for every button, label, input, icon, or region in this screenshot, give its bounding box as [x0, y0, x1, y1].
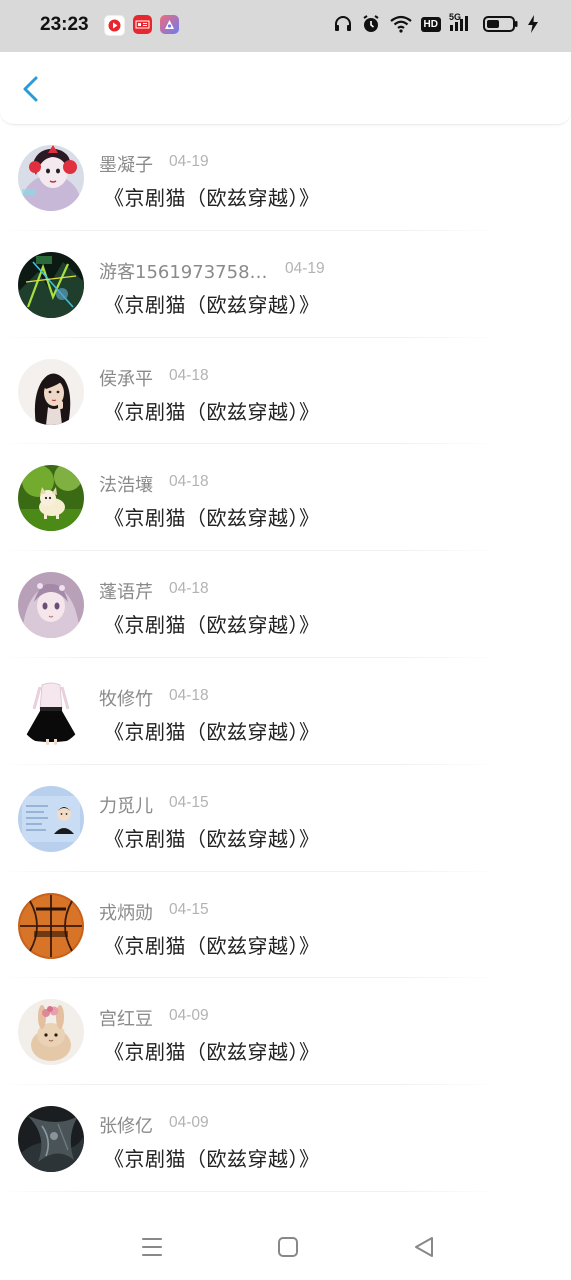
avatar[interactable]	[18, 1106, 84, 1173]
item-date: 04-18	[169, 686, 209, 704]
user-name: 游客15619737583...	[99, 261, 269, 283]
avatar-image	[18, 1106, 84, 1173]
avatar-image	[18, 145, 84, 211]
item-title: 《京剧猫（欧兹穿越）》	[104, 399, 320, 424]
avatar-image	[18, 251, 84, 318]
chevron-left-icon	[23, 76, 38, 102]
battery-icon	[483, 16, 518, 32]
menu-button[interactable]	[138, 1233, 166, 1261]
item-date: 04-15	[169, 900, 209, 918]
system-back-button[interactable]	[410, 1233, 438, 1261]
avatar[interactable]	[18, 999, 84, 1066]
home-button[interactable]	[274, 1233, 302, 1261]
item-title: 《京剧猫（欧兹穿越）》	[104, 506, 320, 531]
list-item[interactable]: 戎炳勋 04-15 《京剧猫（欧兹穿越）》	[0, 872, 571, 979]
5g-signal-icon: 5G	[449, 12, 475, 34]
item-title: 《京剧猫（欧兹穿越）》	[104, 826, 320, 851]
news-app-icon	[133, 15, 152, 34]
avatar[interactable]	[18, 572, 84, 639]
home-icon	[278, 1237, 298, 1257]
record-app-icon	[104, 15, 125, 36]
status-indicators: HD 5G	[333, 12, 539, 34]
item-date: 04-18	[169, 580, 209, 598]
back-triangle-icon	[415, 1237, 433, 1257]
list-item[interactable]: 法浩壤 04-18 《京剧猫（欧兹穿越）》	[0, 444, 571, 552]
avatar-image	[18, 785, 84, 852]
charging-icon	[528, 15, 538, 33]
avatar[interactable]	[18, 892, 84, 959]
back-button[interactable]	[18, 74, 46, 104]
item-date: 04-09	[169, 1114, 209, 1132]
user-name: 戎炳勋	[99, 902, 153, 924]
list-item[interactable]: 牧修竹 04-18 《京剧猫（欧兹穿越）》	[0, 658, 571, 765]
user-name: 法浩壤	[99, 475, 153, 497]
status-app-icons	[104, 15, 179, 36]
record-list: 墨凝子 04-19 《京剧猫（欧兹穿越）》 游客15619737583... 04-19…	[0, 124, 571, 1192]
avatar[interactable]	[18, 678, 84, 745]
user-name: 墨凝子	[99, 155, 153, 176]
item-title: 《京剧猫（欧兹穿越）》	[104, 933, 320, 958]
item-title: 《京剧猫（欧兹穿越）》	[104, 613, 320, 638]
avatar[interactable]	[18, 465, 84, 532]
user-name: 牧修竹	[99, 688, 153, 710]
user-name: 张修亿	[99, 1116, 153, 1138]
avatar-image	[18, 892, 84, 959]
item-date: 04-19	[285, 259, 325, 277]
alarm-icon	[362, 15, 379, 32]
user-name: 侯承平	[99, 368, 153, 390]
list-item[interactable]: 游客15619737583... 04-19 《京剧猫（欧兹穿越）》	[0, 231, 571, 338]
avatar-image	[18, 572, 84, 639]
avatar[interactable]	[18, 785, 84, 852]
item-title: 《京剧猫（欧兹穿越）》	[104, 186, 320, 210]
item-date: 04-19	[169, 153, 209, 170]
item-title: 《京剧猫（欧兹穿越）》	[104, 292, 320, 317]
wifi-icon	[389, 15, 412, 33]
divider	[0, 1190, 571, 1192]
avatar[interactable]	[18, 251, 84, 318]
navigation-bar	[0, 1213, 571, 1280]
avatar-image	[18, 678, 84, 745]
user-name: 蓬语芹	[99, 582, 153, 604]
list-item[interactable]: 张修亿 04-09 《京剧猫（欧兹穿越）》	[0, 1085, 571, 1192]
item-title: 《京剧猫（欧兹穿越）》	[104, 1147, 320, 1172]
avatar-image	[18, 358, 84, 425]
list-item[interactable]: 蓬语芹 04-18 《京剧猫（欧兹穿越）》	[0, 551, 571, 658]
item-title: 《京剧猫（欧兹穿越）》	[104, 1040, 320, 1065]
item-title: 《京剧猫（欧兹穿越）》	[104, 719, 320, 744]
hd-icon: HD	[420, 16, 441, 32]
launcher-app-icon	[160, 15, 179, 34]
status-time: 23:23	[40, 14, 89, 35]
menu-icon	[142, 1238, 162, 1256]
list-item[interactable]: 力觅儿 04-15 《京剧猫（欧兹穿越）》	[0, 765, 571, 872]
top-bar	[0, 52, 571, 125]
avatar-image	[18, 465, 84, 532]
user-name: 宫红豆	[99, 1009, 153, 1031]
item-date: 04-18	[169, 473, 209, 491]
item-date: 04-09	[169, 1007, 209, 1025]
list-item[interactable]: 侯承平 04-18 《京剧猫（欧兹穿越）》	[0, 338, 571, 445]
avatar[interactable]	[18, 145, 84, 211]
avatar-image	[18, 999, 84, 1066]
list-item[interactable]: 墨凝子 04-19 《京剧猫（欧兹穿越）》	[0, 124, 571, 231]
item-date: 04-15	[169, 793, 209, 811]
status-bar: 23:23 HD 5G	[0, 0, 571, 52]
headphones-icon	[334, 16, 351, 31]
list-item[interactable]: 宫红豆 04-09 《京剧猫（欧兹穿越）》	[0, 978, 571, 1086]
user-name: 力觅儿	[99, 795, 153, 817]
avatar[interactable]	[18, 358, 84, 425]
item-date: 04-18	[169, 366, 209, 384]
